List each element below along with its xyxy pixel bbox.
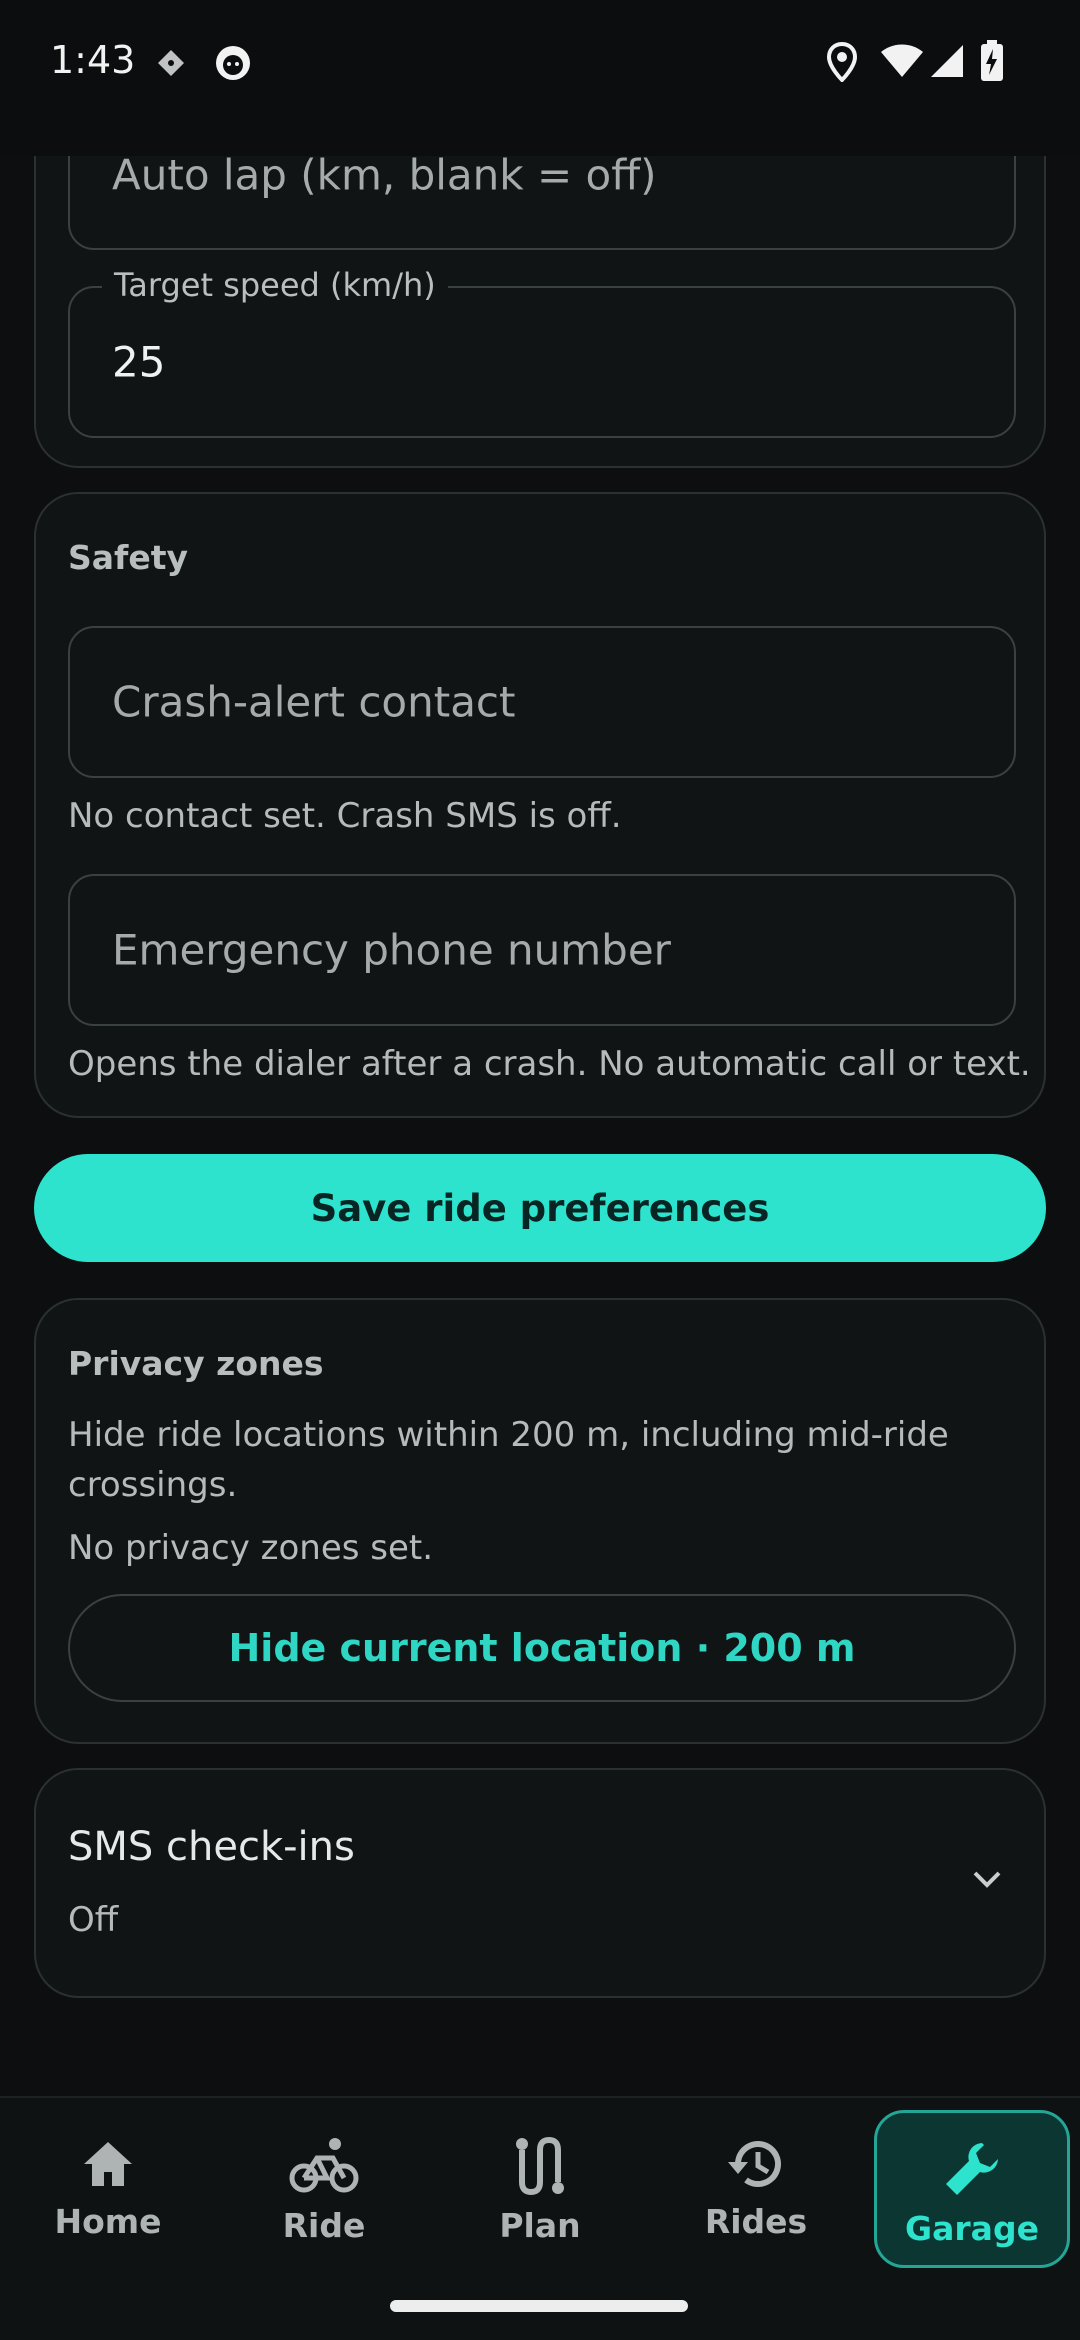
target-speed-field[interactable]: Target speed (km/h) 25 (68, 266, 1016, 438)
nav-item-home[interactable]: Home (10, 2110, 206, 2268)
route-icon (516, 2136, 564, 2196)
nav-item-plan[interactable]: Plan (442, 2110, 638, 2268)
privacy-zones-description: Hide ride locations within 200 m, includ… (68, 1415, 949, 1505)
emergency-phone-placeholder: Emergency phone number (112, 925, 671, 975)
nav-label-rides: Rides (704, 2202, 808, 2241)
home-indicator[interactable] (390, 2300, 688, 2312)
target-speed-label: Target speed (km/h) (102, 266, 448, 304)
emergency-phone-field[interactable]: Emergency phone number (68, 874, 1016, 1026)
nav-label-home: Home (54, 2202, 162, 2241)
emergency-phone-helper-text: Opens the dialer after a crash. No autom… (68, 1044, 1031, 1084)
nav-label-garage: Garage (905, 2209, 1039, 2248)
privacy-zones-title: Privacy zones (68, 1344, 324, 1383)
privacy-zones-status: No privacy zones set. (68, 1528, 434, 1568)
status-bar: 1:43 (0, 0, 1080, 156)
target-speed-value: 25 (112, 337, 166, 387)
crash-contact-helper-text: No contact set. Crash SMS is off. (68, 796, 622, 836)
crash-alert-contact-placeholder: Crash-alert contact (112, 677, 516, 727)
save-ride-preferences-button[interactable]: Save ride preferences (34, 1154, 1046, 1262)
safety-card: Safety Crash-alert contact No contact se… (34, 492, 1046, 1118)
location-icon (826, 41, 858, 86)
nav-label-plan: Plan (499, 2206, 581, 2245)
cat-notification-icon (214, 44, 252, 86)
nav-item-garage[interactable]: Garage (874, 2110, 1070, 2268)
nav-item-ride[interactable]: Ride (226, 2110, 422, 2268)
crash-alert-contact-field[interactable]: Crash-alert contact (68, 626, 1016, 778)
privacy-zones-card: Privacy zones Hide ride locations within… (34, 1298, 1046, 1744)
auto-lap-field[interactable]: Auto lap (km, blank = off) (68, 156, 1016, 250)
sms-checkins-status: Off (68, 1900, 119, 1940)
sms-checkins-card[interactable]: SMS check-ins Off (34, 1768, 1046, 1998)
bike-icon (289, 2138, 359, 2193)
safety-title: Safety (68, 538, 189, 577)
wifi-icon (880, 44, 924, 82)
nav-item-rides[interactable]: Rides (658, 2110, 854, 2268)
sms-checkins-title: SMS check-ins (68, 1824, 355, 1870)
history-icon (728, 2141, 781, 2187)
status-time: 1:43 (50, 38, 136, 82)
cellular-signal-icon (930, 44, 964, 82)
auto-lap-placeholder: Auto lap (km, blank = off) (112, 156, 657, 200)
settings-scroll-area[interactable]: Auto lap (km, blank = off) Target speed … (0, 156, 1080, 2096)
chevron-down-icon[interactable] (972, 1870, 1002, 1894)
battery-charging-icon (980, 40, 1004, 86)
wrench-icon (946, 2143, 998, 2195)
ride-settings-card: Auto lap (km, blank = off) Target speed … (34, 156, 1046, 468)
hide-current-location-button[interactable]: Hide current location · 200 m (68, 1594, 1016, 1702)
nav-label-ride: Ride (282, 2206, 366, 2245)
home-icon (84, 2142, 132, 2186)
diamond-notification-icon (156, 48, 186, 82)
